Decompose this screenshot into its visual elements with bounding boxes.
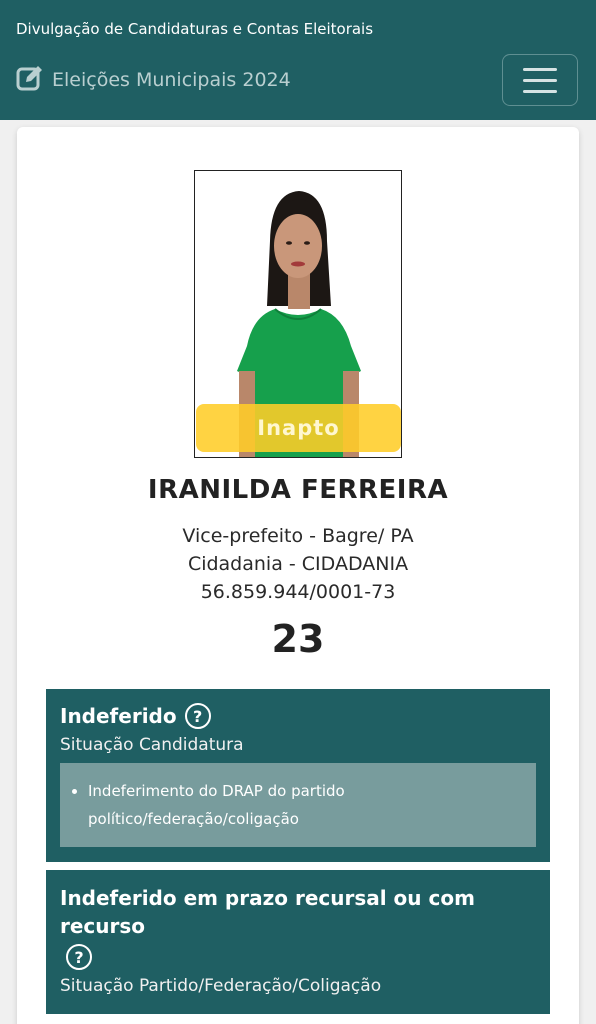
party-status-title: Indeferido em prazo recursal ou com recu… <box>60 886 475 938</box>
hamburger-menu-icon <box>523 67 557 71</box>
party-status-box: Indeferido em prazo recursal ou com recu… <box>46 870 550 1014</box>
candidacy-status-box: Indeferido ? Situação Candidatura Indefe… <box>46 689 550 862</box>
candidate-name: IRANILDA FERREIRA <box>147 475 449 505</box>
candidate-party: Cidadania - CIDADANIA <box>187 553 409 575</box>
candidacy-status-subtitle: Situação Candidatura <box>60 735 244 755</box>
list-item: Indeferimento do DRAP do partido polític… <box>88 777 522 833</box>
election-link[interactable]: Eleições Municipais 2024 <box>16 64 291 96</box>
help-icon[interactable]: ? <box>184 703 211 729</box>
party-status-subtitle: Situação Partido/Federação/Coligação <box>60 976 382 996</box>
edit-icon <box>16 64 44 96</box>
election-label: Eleições Municipais 2024 <box>52 69 291 91</box>
hamburger-menu-button[interactable] <box>502 54 578 106</box>
reasons-list: Indeferimento do DRAP do partido polític… <box>60 763 536 847</box>
candidacy-status-title: Indeferido <box>60 704 177 728</box>
candidate-photo: Inapto <box>194 170 402 458</box>
candidate-office-location: Vice-prefeito - Bagre/ PA <box>182 525 414 547</box>
candidate-number: 23 <box>271 617 325 661</box>
candidate-cnpj: 56.859.944/0001-73 <box>200 581 396 603</box>
site-title[interactable]: Divulgação de Candidaturas e Contas Elei… <box>16 20 373 38</box>
photo-status-badge: Inapto <box>196 404 401 452</box>
top-navbar: Divulgação de Candidaturas e Contas Elei… <box>0 0 596 120</box>
help-icon[interactable]: ? <box>66 944 92 970</box>
candidate-card: Inapto IRANILDA FERREIRA Vice-prefeito -… <box>17 127 579 1024</box>
